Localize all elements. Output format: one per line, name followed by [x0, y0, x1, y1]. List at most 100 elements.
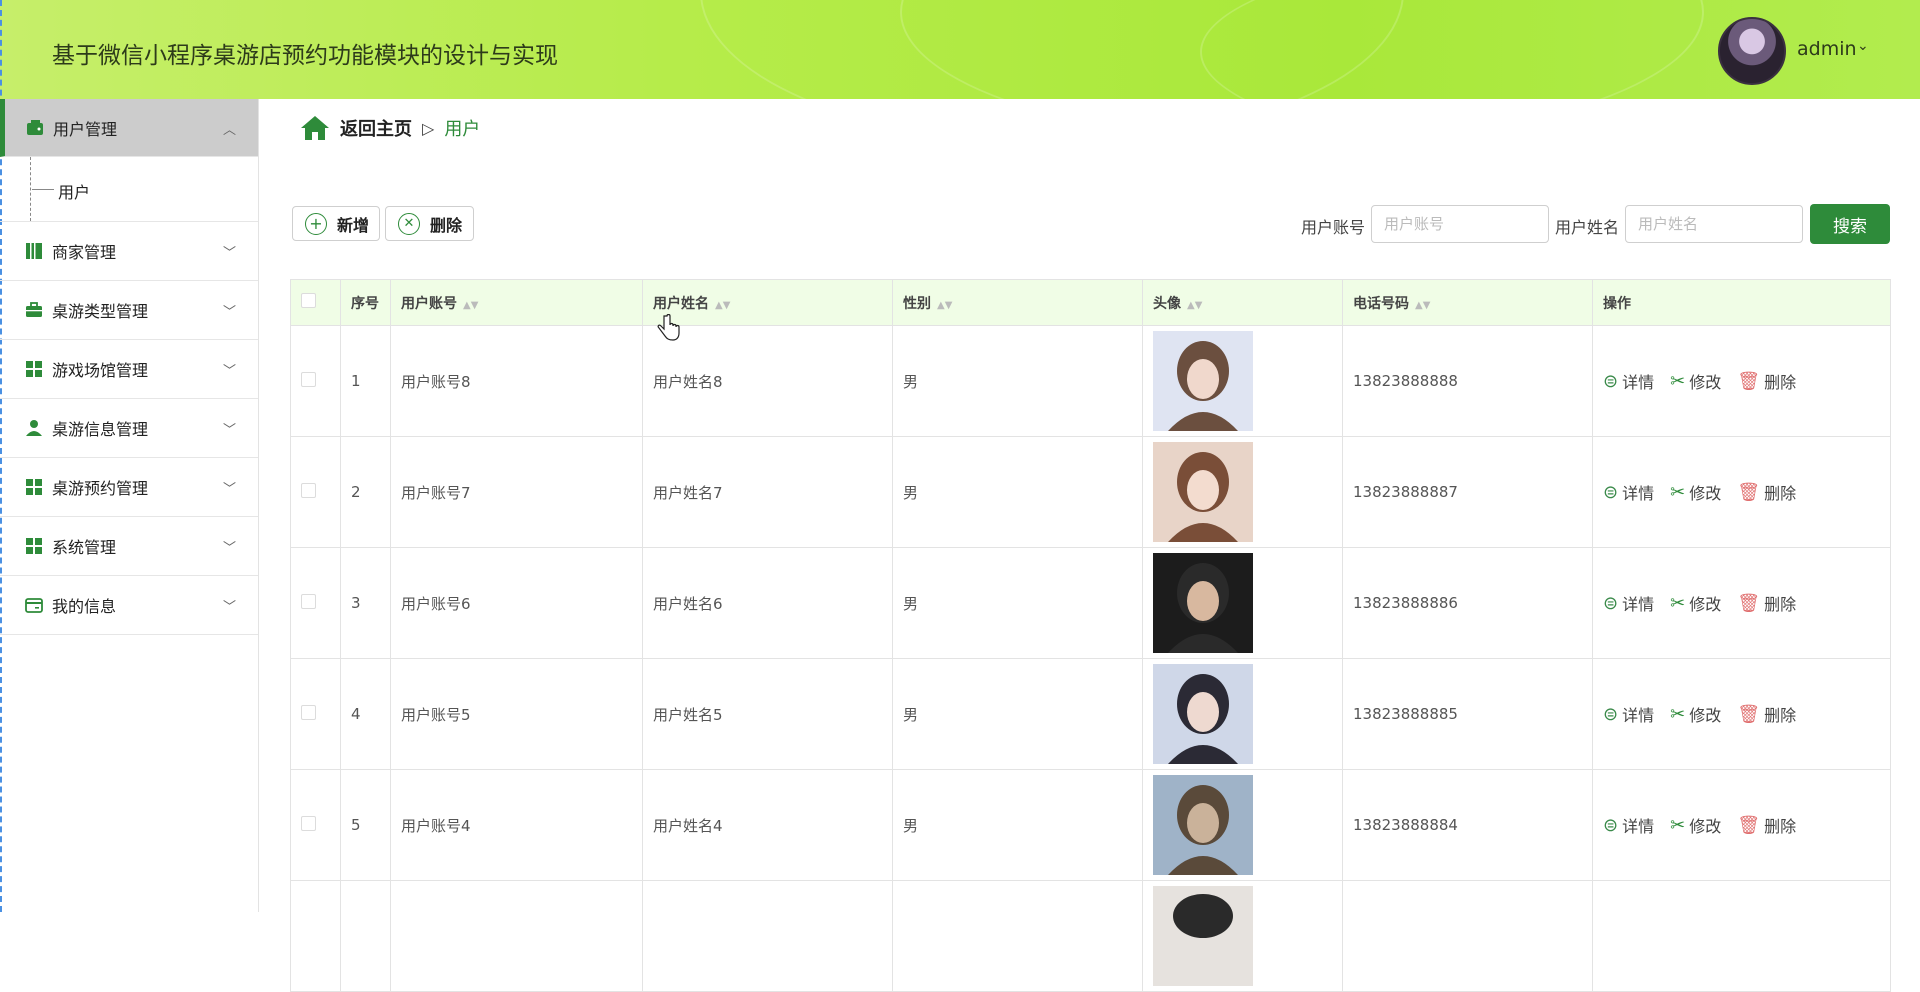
row-checkbox[interactable] — [301, 704, 316, 720]
detail-button[interactable]: ⊜ 详情 — [1603, 591, 1654, 615]
table-row: 3 用户账号6 用户姓名6 男 13823888886 ⊜ 详情 ✂ 修改 🗑 删除 — [290, 547, 1891, 659]
name-search-label: 用户姓名 — [1555, 218, 1620, 237]
delete-button[interactable]: 🗑 删除 — [1737, 813, 1796, 837]
chevron-down-icon: ﹀ — [222, 541, 236, 556]
sidebar-item-game-info-management[interactable]: 桌游信息管理 ﹀ — [0, 399, 258, 458]
grid-icon — [26, 361, 42, 377]
wrench-icon: ✂ — [1670, 481, 1686, 503]
actions-cell: ⊜ 详情 ✂ 修改 🗑 删除 — [1592, 658, 1891, 770]
sort-icon[interactable]: ▲▼ — [715, 300, 730, 311]
row-checkbox[interactable] — [301, 815, 316, 831]
chevron-up-icon: ︿ — [222, 123, 236, 138]
user-avatar-image[interactable] — [1153, 886, 1253, 986]
row-select-cell[interactable] — [290, 436, 341, 548]
sort-icon[interactable]: ▲▼ — [1187, 300, 1202, 311]
gender-cell: 男 — [892, 547, 1143, 659]
detail-button[interactable]: ⊜ 详情 — [1603, 369, 1654, 393]
row-checkbox[interactable] — [301, 482, 316, 498]
table-header-row: 序号 用户账号 ▲▼ 用户姓名 ▲▼ 性别 ▲▼ 头像 ▲▼ 电话号码 ▲▼ 操作 — [290, 279, 1891, 326]
user-table: 序号 用户账号 ▲▼ 用户姓名 ▲▼ 性别 ▲▼ 头像 ▲▼ 电话号码 ▲▼ 操作 1 用户… — [290, 279, 1891, 992]
sort-icon[interactable]: ▲▼ — [1415, 300, 1430, 311]
submenu-user[interactable]: 用户 — [0, 157, 258, 222]
row-select-cell[interactable] — [290, 547, 341, 659]
column-header[interactable]: 电话号码 ▲▼ — [1342, 279, 1593, 326]
table-row: 1 用户账号8 用户姓名8 男 13823888888 ⊜ 详情 ✂ 修改 🗑 删除 — [290, 325, 1891, 437]
detail-button[interactable]: ⊜ 详情 — [1603, 813, 1654, 837]
edit-button[interactable]: ✂ 修改 — [1670, 369, 1721, 393]
gender-cell: 男 — [892, 436, 1143, 548]
sidebar-item-merchant-management[interactable]: 商家管理 ﹀ — [0, 222, 258, 281]
search-button[interactable]: 搜索 — [1810, 204, 1890, 244]
detail-button[interactable]: ⊜ 详情 — [1603, 480, 1654, 504]
user-avatar-image[interactable] — [1153, 775, 1253, 875]
row-checkbox[interactable] — [301, 593, 316, 609]
sidebar-item-my-info[interactable]: 我的信息 ﹀ — [0, 576, 258, 635]
detail-icon: ⊜ — [1603, 703, 1619, 725]
sidebar-item-label: 游戏场馆管理 — [52, 361, 149, 380]
edit-button[interactable]: ✂ 修改 — [1670, 702, 1721, 726]
edit-button[interactable]: ✂ 修改 — [1670, 813, 1721, 837]
column-header[interactable]: 用户账号 ▲▼ — [390, 279, 643, 326]
row-select-cell[interactable] — [290, 769, 341, 881]
delete-button[interactable]: 🗑 删除 — [1737, 369, 1796, 393]
sidebar-item-game-type-management[interactable]: 桌游类型管理 ﹀ — [0, 281, 258, 340]
delete-button[interactable]: 🗑 删除 — [1737, 702, 1796, 726]
book-icon — [26, 243, 42, 259]
detail-icon: ⊜ — [1603, 370, 1619, 392]
site-title: 基于微信小程序桌游店预约功能模块的设计与实现 — [52, 43, 558, 69]
delete-button[interactable]: 🗑 删除 — [1737, 480, 1796, 504]
column-header[interactable]: 性别 ▲▼ — [892, 279, 1143, 326]
phone-cell: 13823888884 — [1342, 769, 1593, 881]
sidebar-item-venue-management[interactable]: 游戏场馆管理 ﹀ — [0, 340, 258, 399]
sidebar-item-system-management[interactable]: 系统管理 ﹀ — [0, 517, 258, 576]
table-row: 2 用户账号7 用户姓名7 男 13823888887 ⊜ 详情 ✂ 修改 🗑 删除 — [290, 436, 1891, 548]
user-avatar-image[interactable] — [1153, 331, 1253, 431]
column-header: 序号 — [340, 279, 391, 326]
sidebar-item-user-management[interactable]: 用户管理 ︿ — [0, 99, 258, 157]
select-all-checkbox[interactable] — [301, 293, 316, 308]
row-select-cell[interactable] — [290, 658, 341, 770]
wrench-icon: ✂ — [1670, 592, 1686, 614]
breadcrumb-home[interactable]: 返回主页 — [340, 115, 412, 141]
select-all-cell[interactable] — [290, 279, 341, 326]
name-search-input[interactable] — [1625, 205, 1803, 243]
home-icon[interactable] — [300, 114, 330, 142]
submenu-label[interactable]: 用户 — [58, 179, 90, 203]
edit-button[interactable]: ✂ 修改 — [1670, 480, 1721, 504]
user-name[interactable]: admin — [1797, 38, 1857, 60]
user-avatar[interactable] — [1718, 17, 1786, 85]
row-checkbox[interactable] — [301, 371, 316, 387]
sort-icon[interactable]: ▲▼ — [463, 300, 478, 311]
delete-button[interactable]: 🗑 删除 — [1737, 591, 1796, 615]
detail-icon: ⊜ — [1603, 592, 1619, 614]
column-header[interactable]: 头像 ▲▼ — [1142, 279, 1343, 326]
row-select-cell[interactable] — [290, 325, 341, 437]
name-cell: 用户姓名8 — [642, 325, 893, 437]
trash-icon: 🗑 — [1737, 703, 1761, 725]
trash-icon: 🗑 — [1737, 370, 1761, 392]
table-row — [290, 880, 1891, 992]
add-button[interactable]: + 新增 — [292, 206, 380, 241]
chevron-down-icon[interactable]: ⌄ — [1857, 38, 1869, 54]
account-cell: 用户账号7 — [390, 436, 643, 548]
breadcrumb-current: 用户 — [444, 119, 481, 140]
avatar-cell — [1142, 547, 1343, 659]
index-cell: 1 — [340, 325, 391, 437]
chevron-down-icon: ﹀ — [222, 600, 236, 615]
actions-cell: ⊜ 详情 ✂ 修改 🗑 删除 — [1592, 769, 1891, 881]
user-avatar-image[interactable] — [1153, 664, 1253, 764]
wallet-icon — [27, 119, 43, 135]
edit-button[interactable]: ✂ 修改 — [1670, 591, 1721, 615]
sidebar-item-reservation-management[interactable]: 桌游预约管理 ﹀ — [0, 458, 258, 517]
trash-icon: 🗑 — [1737, 814, 1761, 836]
account-search-input[interactable] — [1371, 205, 1549, 243]
actions-cell: ⊜ 详情 ✂ 修改 🗑 删除 — [1592, 436, 1891, 548]
user-avatar-image[interactable] — [1153, 442, 1253, 542]
delete-selected-button[interactable]: ✕ 删除 — [385, 206, 474, 241]
index-cell: 4 — [340, 658, 391, 770]
account-cell: 用户账号8 — [390, 325, 643, 437]
sidebar-item-label: 用户管理 — [53, 119, 118, 139]
sort-icon[interactable]: ▲▼ — [937, 300, 952, 311]
detail-button[interactable]: ⊜ 详情 — [1603, 702, 1654, 726]
user-avatar-image[interactable] — [1153, 553, 1253, 653]
